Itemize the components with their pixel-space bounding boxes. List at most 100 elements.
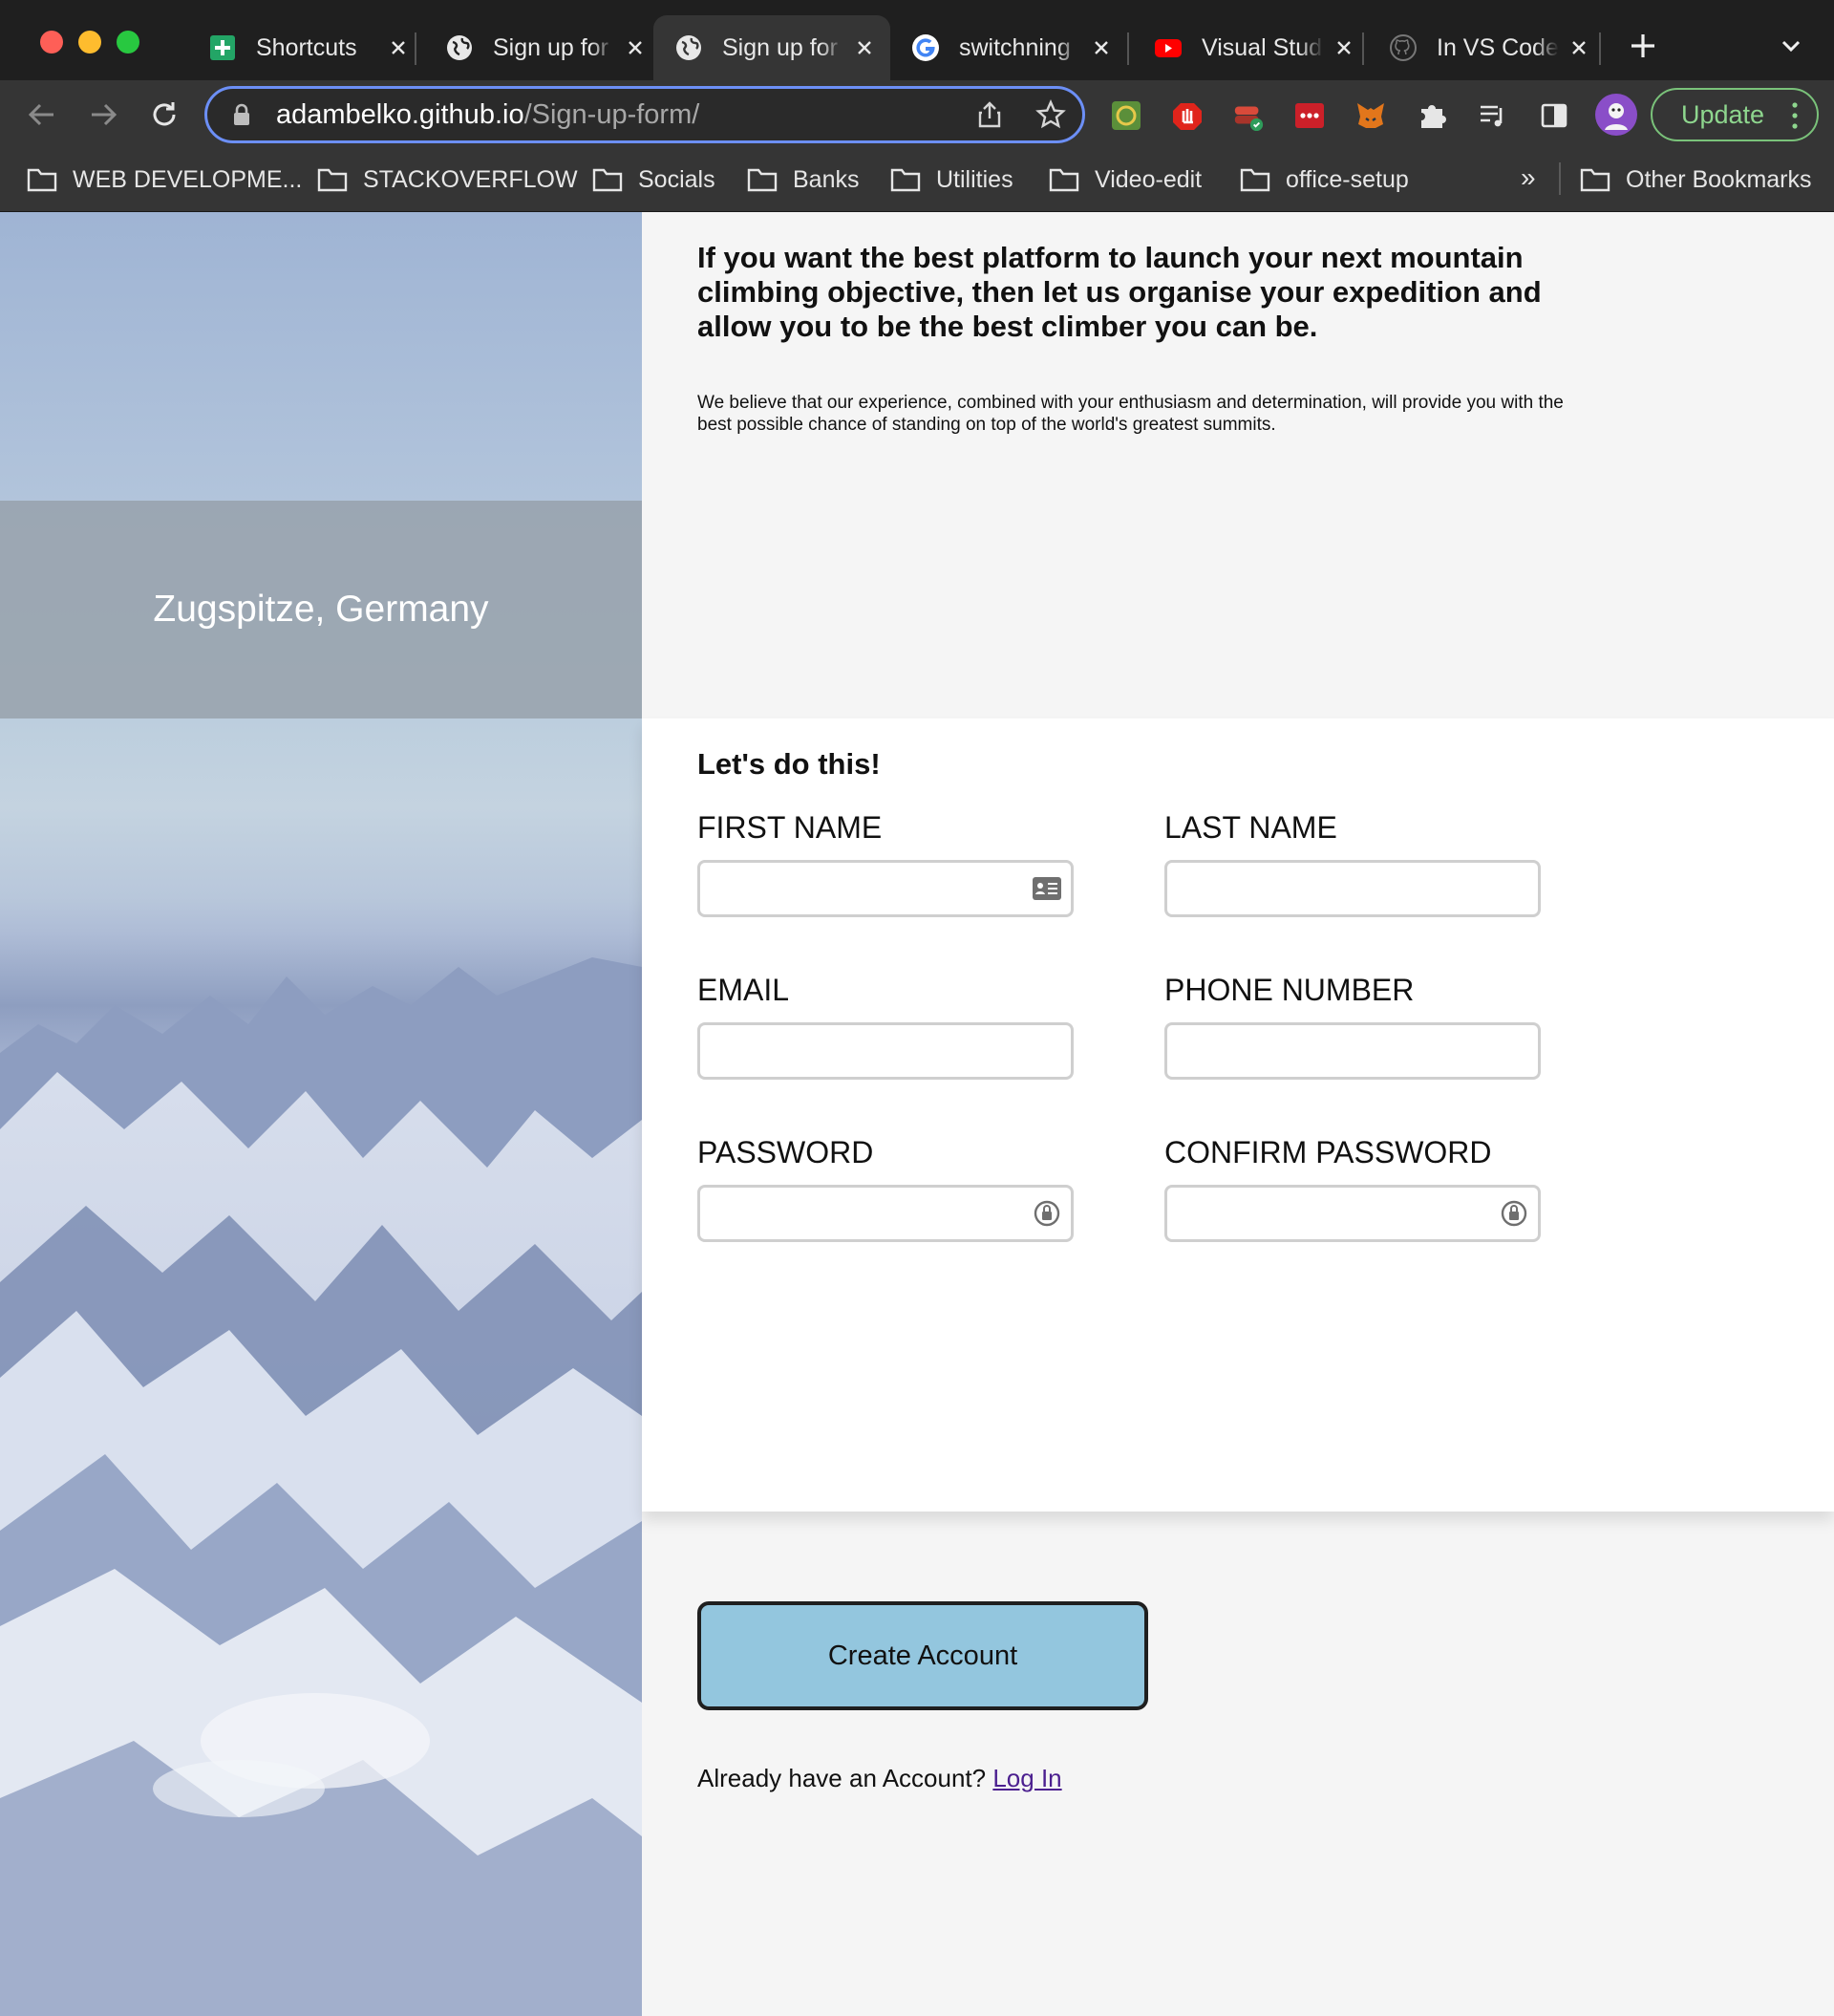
folder-icon [890, 168, 921, 192]
bookmark-label: Other Bookmarks [1626, 165, 1812, 193]
bookmark-folder-banks[interactable]: Banks [747, 161, 859, 199]
password-label: PASSWORD [697, 1135, 874, 1169]
first-name-field: FIRST NAME [697, 810, 1074, 917]
tab-label: Shortcuts [256, 33, 357, 61]
signup-form: Let's do this! FIRST NAME LAST NAME EMAI… [642, 718, 1834, 1512]
folder-icon [1049, 168, 1079, 192]
window-minimize-button[interactable] [78, 31, 101, 54]
hero-caption: Zugspitze, Germany [153, 589, 489, 630]
confirm-password-input[interactable] [1164, 1185, 1541, 1242]
back-arrow-icon[interactable] [25, 97, 59, 132]
tab-sign-up-1[interactable]: Sign up for [424, 15, 661, 80]
tab-label: Sign up for [493, 33, 608, 61]
login-link[interactable]: Log In [992, 1764, 1061, 1792]
page-viewport: Zugspitze, Germany If you want the best … [0, 212, 1834, 2016]
github-icon [1389, 33, 1418, 62]
last-name-label: LAST NAME [1164, 810, 1337, 845]
grammarly-extension-icon[interactable] [1110, 99, 1142, 132]
folder-icon [317, 168, 348, 192]
tab-label: In VS Code [1437, 33, 1559, 61]
address-bar[interactable]: adambelko.github.io/Sign-up-form/ [204, 86, 1085, 143]
close-icon[interactable] [1332, 35, 1356, 60]
intro-text: We believe that our experience, combined… [697, 393, 1564, 435]
password-key-icon[interactable] [1499, 1200, 1529, 1227]
contact-card-icon[interactable] [1032, 875, 1062, 902]
side-panel-icon[interactable] [1538, 99, 1570, 132]
hero-image: Zugspitze, Germany [0, 212, 642, 2016]
folder-icon [1580, 168, 1610, 192]
last-name-input[interactable] [1164, 860, 1541, 917]
chevron-down-icon[interactable] [1777, 34, 1805, 57]
update-label: Update [1681, 99, 1765, 129]
bookmark-folder-utilities[interactable]: Utilities [890, 161, 1013, 199]
tab-separator [415, 32, 416, 65]
first-name-input[interactable] [697, 860, 1074, 917]
youtube-icon [1154, 33, 1183, 62]
metamask-extension-icon[interactable] [1354, 99, 1387, 132]
window-zoom-button[interactable] [117, 31, 139, 54]
adblock-extension-icon[interactable] [1171, 99, 1204, 132]
close-icon[interactable] [852, 35, 877, 60]
folder-icon [592, 168, 623, 192]
phone-label: PHONE NUMBER [1164, 973, 1415, 1007]
bookmark-folder-web-development[interactable]: WEB DEVELOPME... [27, 161, 302, 199]
extensions-puzzle-icon[interactable] [1416, 99, 1448, 132]
password-key-icon[interactable] [1032, 1200, 1062, 1227]
bookmark-folder-office-setup[interactable]: office-setup [1240, 161, 1409, 199]
tab-shortcuts[interactable]: Shortcuts [187, 15, 424, 80]
first-name-label: FIRST NAME [697, 810, 883, 845]
tab-sign-up-active[interactable]: Sign up for [653, 15, 890, 80]
close-icon[interactable] [1567, 35, 1591, 60]
close-icon[interactable] [1089, 35, 1114, 60]
lastpass-extension-icon[interactable] [1293, 99, 1326, 132]
url-host: adambelko.github.io [276, 98, 524, 130]
tab-youtube[interactable]: Visual Stud [1133, 15, 1370, 80]
create-account-button[interactable]: Create Account [697, 1601, 1148, 1710]
password-input[interactable] [697, 1185, 1074, 1242]
reload-icon[interactable] [147, 97, 181, 132]
window-close-button[interactable] [40, 31, 63, 54]
bookmark-folder-other[interactable]: Other Bookmarks [1580, 161, 1812, 199]
login-prompt-text: Already have an Account? [697, 1764, 987, 1792]
google-icon [911, 33, 940, 62]
phone-input[interactable] [1164, 1022, 1541, 1080]
bookmark-folder-socials[interactable]: Socials [592, 161, 715, 199]
email-input[interactable] [697, 1022, 1074, 1080]
globe-icon [674, 33, 703, 62]
lock-icon[interactable] [232, 103, 251, 126]
main-content: If you want the best platform to launch … [642, 212, 1834, 2016]
hero-caption-band: Zugspitze, Germany [0, 501, 642, 718]
bookmark-folder-video-edit[interactable]: Video-edit [1049, 161, 1202, 199]
tab-label: Visual Stud [1202, 33, 1323, 61]
tab-google-search[interactable]: switchning [890, 15, 1127, 80]
more-vertical-icon[interactable] [1792, 101, 1798, 130]
bookmarks-separator [1559, 162, 1561, 195]
bookmark-folder-stackoverflow[interactable]: STACKOVERFLOW [317, 161, 578, 199]
bookmark-label: Video-edit [1095, 165, 1203, 193]
url-path: /Sign-up-form/ [523, 98, 700, 130]
bookmark-label: STACKOVERFLOW [363, 165, 578, 193]
cloud-extension-icon[interactable] [1232, 99, 1265, 132]
forward-arrow-icon[interactable] [86, 97, 120, 132]
folder-icon [1240, 168, 1270, 192]
share-icon[interactable] [974, 99, 1005, 130]
globe-icon [445, 33, 474, 62]
password-field: PASSWORD [697, 1135, 1074, 1242]
close-icon[interactable] [386, 35, 411, 60]
tab-separator [1362, 32, 1364, 65]
email-field: EMAIL [697, 973, 1074, 1080]
bookmark-star-icon[interactable] [1035, 99, 1066, 130]
close-icon[interactable] [623, 35, 648, 60]
tab-github[interactable]: In VS Code [1368, 15, 1605, 80]
bookmarks-overflow-icon[interactable]: » [1521, 162, 1536, 193]
media-queue-icon[interactable] [1477, 99, 1509, 132]
update-button[interactable]: Update [1651, 88, 1819, 141]
profile-avatar[interactable] [1595, 94, 1637, 136]
confirm-password-field: CONFIRM PASSWORD [1164, 1135, 1541, 1242]
new-tab-icon[interactable] [1626, 29, 1660, 63]
bookmark-label: Banks [793, 165, 860, 193]
tab-label: switchning [959, 33, 1071, 61]
bookmark-label: Socials [638, 165, 715, 193]
tab-separator [1127, 32, 1129, 65]
folder-icon [747, 168, 778, 192]
